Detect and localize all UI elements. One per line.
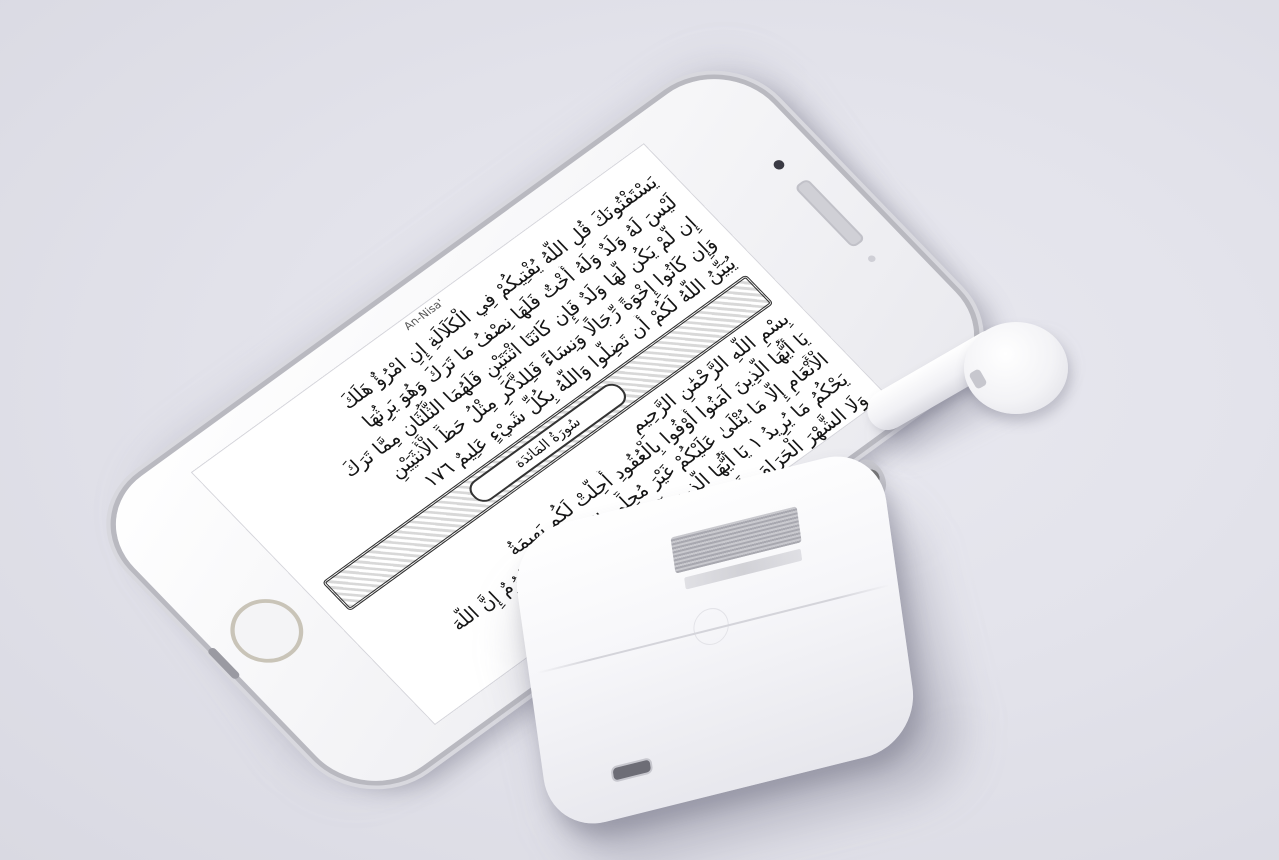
photo-scene: An-Nisa' يَسْتَفْتُونَكَ قُلِ اللَّهُ يُ… (0, 0, 1279, 860)
lightning-port (206, 646, 242, 681)
case-lid-seam (536, 584, 891, 675)
front-camera (771, 158, 787, 172)
case-lightning-port (610, 756, 654, 784)
airpod-earbud (964, 322, 1068, 414)
earpiece-speaker (793, 177, 866, 249)
proximity-sensor (866, 254, 878, 264)
home-button (215, 586, 319, 676)
